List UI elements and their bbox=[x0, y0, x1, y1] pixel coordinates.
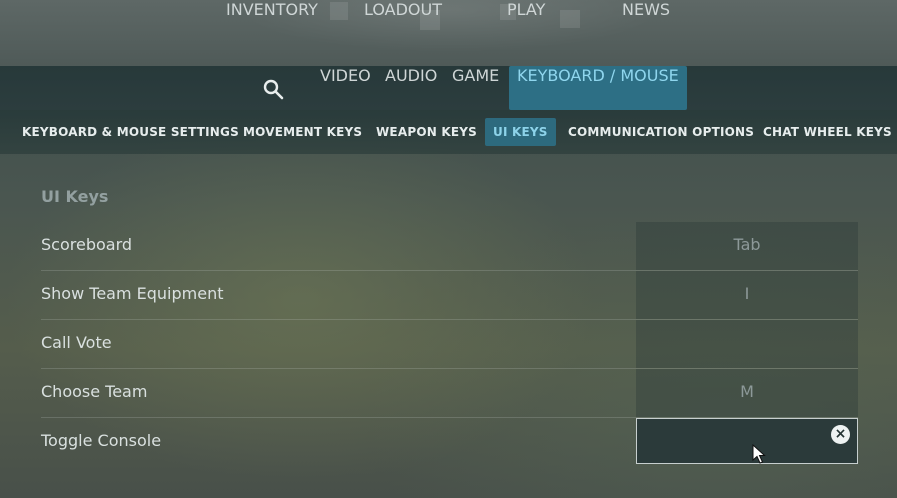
tab-game[interactable]: GAME bbox=[452, 66, 499, 110]
keybind-label: Toggle Console bbox=[41, 431, 162, 450]
keybind-input-active[interactable] bbox=[636, 418, 858, 464]
keybind-row[interactable]: Call Vote bbox=[41, 319, 858, 368]
nav-loadout[interactable]: LOADOUT bbox=[364, 0, 442, 19]
tab-keyboard-mouse[interactable]: KEYBOARD / MOUSE bbox=[509, 66, 687, 110]
main-nav bbox=[0, 0, 897, 66]
section-title: UI Keys bbox=[41, 187, 109, 206]
keybind-value: I bbox=[744, 284, 750, 303]
keybind-value: M bbox=[740, 382, 754, 401]
subtab-keyboard-mouse-settings[interactable]: KEYBOARD & MOUSE SETTINGS bbox=[22, 118, 239, 146]
keybind-label: Call Vote bbox=[41, 333, 112, 352]
search-icon[interactable] bbox=[262, 78, 284, 100]
keybind-cell[interactable] bbox=[636, 320, 858, 368]
subtab-weapon-keys[interactable]: WEAPON KEYS bbox=[376, 118, 477, 146]
nav-decoration bbox=[330, 2, 348, 20]
nav-news[interactable]: NEWS bbox=[622, 0, 670, 19]
subtab-chat-wheel-keys[interactable]: CHAT WHEEL KEYS bbox=[763, 118, 892, 146]
tab-video[interactable]: VIDEO bbox=[320, 66, 371, 110]
mouse-cursor-icon bbox=[752, 444, 766, 464]
tab-audio[interactable]: AUDIO bbox=[385, 66, 437, 110]
subtab-ui-keys[interactable]: UI KEYS bbox=[485, 118, 556, 146]
keybind-row[interactable]: Show Team Equipment I bbox=[41, 270, 858, 319]
subtab-communication-options[interactable]: COMMUNICATION OPTIONS bbox=[568, 118, 754, 146]
clear-icon[interactable]: × bbox=[831, 425, 850, 444]
keybind-label: Choose Team bbox=[41, 382, 148, 401]
settings-tab-bar bbox=[0, 66, 897, 110]
nav-inventory[interactable]: INVENTORY bbox=[226, 0, 318, 19]
keybind-label: Show Team Equipment bbox=[41, 284, 224, 303]
keybind-value: Tab bbox=[733, 235, 761, 254]
keybind-row[interactable]: Choose Team M bbox=[41, 368, 858, 417]
keybind-row[interactable]: Scoreboard Tab bbox=[41, 222, 858, 270]
keybind-label: Scoreboard bbox=[41, 235, 133, 254]
subtab-movement-keys[interactable]: MOVEMENT KEYS bbox=[243, 118, 362, 146]
nav-decoration bbox=[560, 10, 580, 28]
nav-play[interactable]: PLAY bbox=[507, 0, 545, 19]
